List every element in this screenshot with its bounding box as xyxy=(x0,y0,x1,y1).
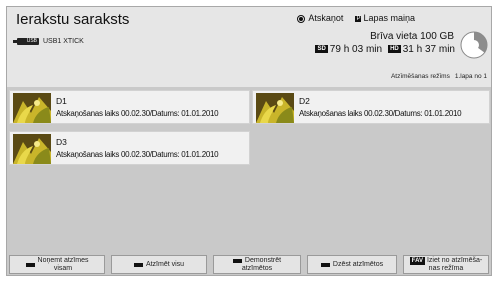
page-title: Ierakstu saraksts xyxy=(16,11,130,28)
red-key-icon xyxy=(25,262,35,267)
blue-key-icon xyxy=(320,262,330,267)
recordings-window: Ierakstu saraksts USB USB1 XTICK Atskaņo… xyxy=(6,6,492,276)
mode-status: Atzīmēšanas režīms 1.lapa no 1 xyxy=(390,73,487,80)
recording-item-d2[interactable]: D2 Atskaņošanas laiks 00.02.30/Datums: 0… xyxy=(252,90,490,124)
storage-pie-icon xyxy=(460,31,488,59)
recording-thumbnail xyxy=(13,93,51,123)
mark-all-button[interactable]: Atzīmēt visu xyxy=(111,255,207,274)
header-panel: Ierakstu saraksts USB USB1 XTICK Atskaņo… xyxy=(7,7,491,87)
exit-mark-mode-button[interactable]: FAV Iziet no atzīmēša- nas režīma xyxy=(403,255,489,274)
fav-key-icon: FAV xyxy=(409,256,425,265)
recording-thumbnail xyxy=(13,134,51,164)
radio-selected-icon xyxy=(297,14,306,23)
recording-name: D2 xyxy=(299,96,310,106)
free-space: Brīva vieta 100 GB xyxy=(370,31,454,42)
yellow-key-icon xyxy=(232,258,242,263)
show-marked-button[interactable]: Demonstrēt atzīmētos xyxy=(213,255,301,274)
page-indicator: 1.lapa no 1 xyxy=(454,73,487,80)
device-label: USB1 XTICK xyxy=(43,38,84,45)
delete-marked-button[interactable]: Dzēst atzīmētos xyxy=(307,255,397,274)
hd-time: 31 h 37 min xyxy=(402,44,455,55)
usb-icon: USB xyxy=(13,38,39,45)
page-key-icon: P xyxy=(355,15,362,22)
recording-name: D3 xyxy=(56,137,67,147)
play-option[interactable]: Atskaņot xyxy=(297,13,343,23)
recording-name: D1 xyxy=(56,96,67,106)
sd-time: 79 h 03 min xyxy=(329,44,383,55)
sd-badge: SD xyxy=(315,45,328,54)
recording-info: Atskaņošanas laiks 00.02.30/Datums: 01.0… xyxy=(299,109,462,118)
button-bar: Noņemt atzīmes visam Atzīmēt visu Demonst… xyxy=(7,253,491,275)
page-change-option[interactable]: P Lapas maiņa xyxy=(355,13,415,23)
hd-badge: HD xyxy=(388,45,401,54)
header-options: Atskaņot P Lapas maiņa xyxy=(297,13,415,23)
remaining-time: SD 79 h 03 min HD 31 h 37 min xyxy=(315,44,455,55)
recording-info: Atskaņošanas laiks 00.02.30/Datums: 01.0… xyxy=(56,150,219,159)
unmark-all-button[interactable]: Noņemt atzīmes visam xyxy=(9,255,105,274)
device-indicator: USB USB1 XTICK xyxy=(13,38,84,45)
recording-item-d3[interactable]: D3 Atskaņošanas laiks 00.02.30/Datums: 0… xyxy=(9,131,250,165)
recording-item-d1[interactable]: D1 Atskaņošanas laiks 00.02.30/Datums: 0… xyxy=(9,90,250,124)
recording-info: Atskaņošanas laiks 00.02.30/Datums: 01.0… xyxy=(56,109,219,118)
green-key-icon xyxy=(133,262,143,267)
recording-thumbnail xyxy=(256,93,294,123)
